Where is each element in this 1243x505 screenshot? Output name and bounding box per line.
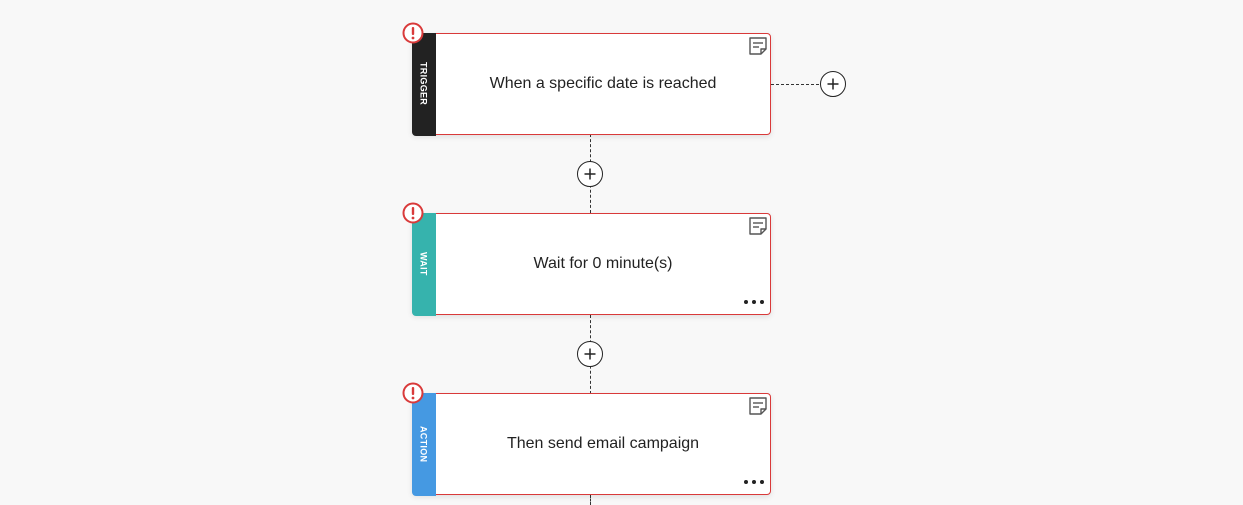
error-exclamation-icon bbox=[402, 382, 424, 404]
node-type-label: WAIT bbox=[418, 252, 429, 276]
workflow-canvas: TRIGGER When a specific date is reached … bbox=[0, 0, 1243, 505]
trigger-node-stripe: TRIGGER bbox=[411, 32, 436, 136]
note-icon[interactable] bbox=[748, 216, 768, 236]
note-icon[interactable] bbox=[748, 396, 768, 416]
action-node[interactable]: ACTION Then send email campaign bbox=[411, 392, 771, 496]
node-title: When a specific date is reached bbox=[489, 75, 717, 92]
node-type-label: TRIGGER bbox=[418, 62, 429, 106]
node-type-label: ACTION bbox=[418, 425, 429, 463]
wait-node[interactable]: WAIT Wait for 0 minute(s) bbox=[411, 212, 771, 316]
action-node-stripe: ACTION bbox=[411, 392, 436, 496]
error-exclamation-icon bbox=[402, 202, 424, 224]
add-step-button[interactable] bbox=[577, 341, 603, 367]
plus-icon bbox=[584, 348, 596, 360]
node-title: Then send email campaign bbox=[506, 435, 700, 452]
trigger-node[interactable]: TRIGGER When a specific date is reached bbox=[411, 32, 771, 136]
wait-node-stripe: WAIT bbox=[411, 212, 436, 316]
add-branch-button[interactable] bbox=[820, 71, 846, 97]
more-horizontal-icon[interactable] bbox=[744, 476, 764, 488]
note-icon[interactable] bbox=[748, 36, 768, 56]
node-title: Wait for 0 minute(s) bbox=[533, 255, 673, 272]
more-horizontal-icon[interactable] bbox=[744, 296, 764, 308]
error-exclamation-icon bbox=[402, 22, 424, 44]
branch-connector-line bbox=[771, 84, 819, 85]
plus-icon bbox=[584, 168, 596, 180]
connector-line-3 bbox=[590, 495, 591, 505]
plus-icon bbox=[827, 78, 839, 90]
add-step-button[interactable] bbox=[577, 161, 603, 187]
